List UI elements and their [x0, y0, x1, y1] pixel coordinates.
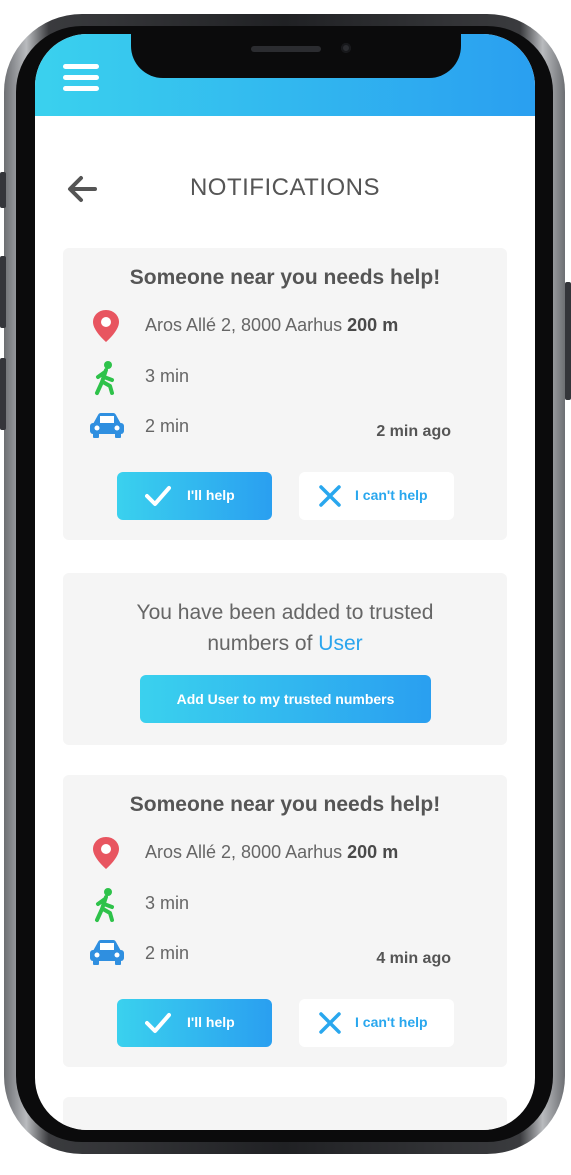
drive-time: 2 min: [145, 416, 190, 436]
trusted-line2: numbers of: [207, 632, 313, 655]
cant-help-label: I can't help: [355, 487, 428, 503]
trusted-numbers-card: You have been added to trusted numbers o…: [63, 573, 507, 745]
card-title: Someone near you needs help!: [129, 793, 441, 816]
cant-help-button[interactable]: I can't help: [299, 999, 454, 1047]
car-icon: [89, 410, 124, 444]
walking-icon: [89, 360, 123, 395]
address-line: Aros Allé 2, 8000 Aarhus 200 m: [145, 842, 398, 863]
walk-time: 3 min: [145, 893, 190, 913]
next-card-partial: [63, 1097, 507, 1130]
distance-text: 200 m: [347, 842, 399, 862]
menu-icon[interactable]: [63, 64, 99, 92]
check-icon: [145, 1013, 171, 1033]
distance-text: 200 m: [347, 315, 399, 335]
address-text: Aros Allé 2, 8000 Aarhus: [145, 842, 343, 862]
cant-help-button[interactable]: I can't help: [299, 472, 454, 520]
page-title: NOTIFICATIONS: [189, 174, 381, 201]
help-request-card: Someone near you needs help! Aros Allé 2…: [63, 775, 507, 1067]
ill-help-button[interactable]: I'll help: [117, 472, 272, 520]
drive-time: 2 min: [145, 943, 190, 963]
time-ago: 2 min ago: [376, 423, 451, 440]
trusted-message: You have been added to trusted numbers o…: [63, 597, 507, 659]
add-trusted-button[interactable]: Add User to my trusted numbers: [140, 675, 431, 723]
side-button: [0, 358, 6, 430]
ill-help-label: I'll help: [187, 1014, 235, 1030]
location-pin-icon: [89, 308, 123, 342]
help-request-card: Someone near you needs help! Aros Allé 2…: [63, 248, 507, 540]
cant-help-label: I can't help: [355, 1014, 428, 1030]
location-pin-icon: [89, 835, 123, 869]
walking-icon: [89, 887, 123, 922]
user-link[interactable]: User: [318, 632, 362, 655]
walk-time: 3 min: [145, 366, 190, 386]
time-ago: 4 min ago: [376, 950, 451, 967]
check-icon: [145, 486, 171, 506]
close-icon: [319, 1012, 341, 1034]
address-line: Aros Allé 2, 8000 Aarhus 200 m: [145, 315, 398, 336]
notch: [131, 34, 461, 78]
card-title: Someone near you needs help!: [129, 266, 441, 289]
camera: [341, 43, 351, 53]
ill-help-label: I'll help: [187, 487, 235, 503]
close-icon: [319, 485, 341, 507]
trusted-line1: You have been added to trusted: [136, 601, 434, 624]
address-text: Aros Allé 2, 8000 Aarhus: [145, 315, 343, 335]
screen: NOTIFICATIONS Someone near you needs hel…: [35, 34, 535, 1130]
ill-help-button[interactable]: I'll help: [117, 999, 272, 1047]
side-button: [0, 256, 6, 328]
side-button: [565, 282, 571, 400]
speaker: [251, 46, 321, 52]
side-button: [0, 172, 6, 208]
car-icon: [89, 937, 124, 971]
